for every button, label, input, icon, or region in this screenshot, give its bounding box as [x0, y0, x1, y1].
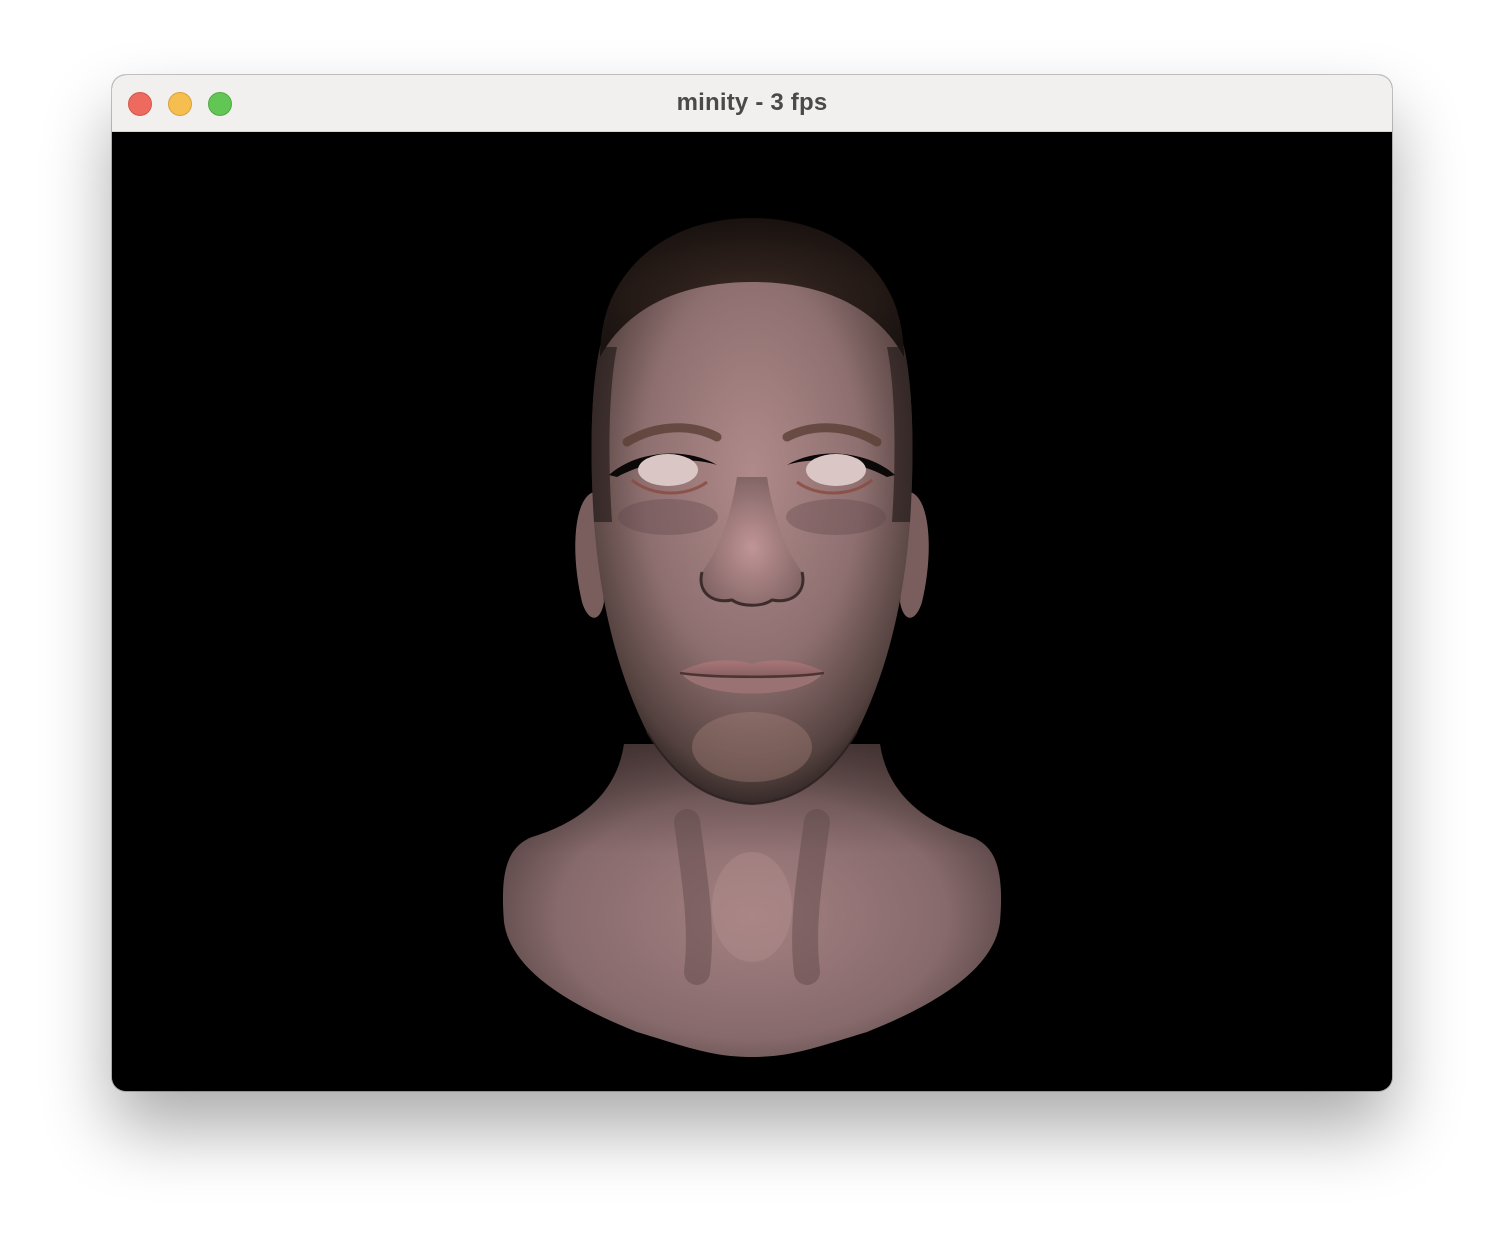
window-title: minity - 3 fps	[676, 89, 828, 116]
render-viewport[interactable]	[112, 132, 1392, 1091]
desktop: minity - 3 fps	[0, 0, 1504, 1240]
rendered-head	[502, 218, 1002, 1057]
app-window: minity - 3 fps	[112, 75, 1392, 1091]
right-eye	[806, 454, 866, 486]
title-bar[interactable]: minity - 3 fps	[112, 75, 1392, 132]
left-eye	[638, 454, 698, 486]
